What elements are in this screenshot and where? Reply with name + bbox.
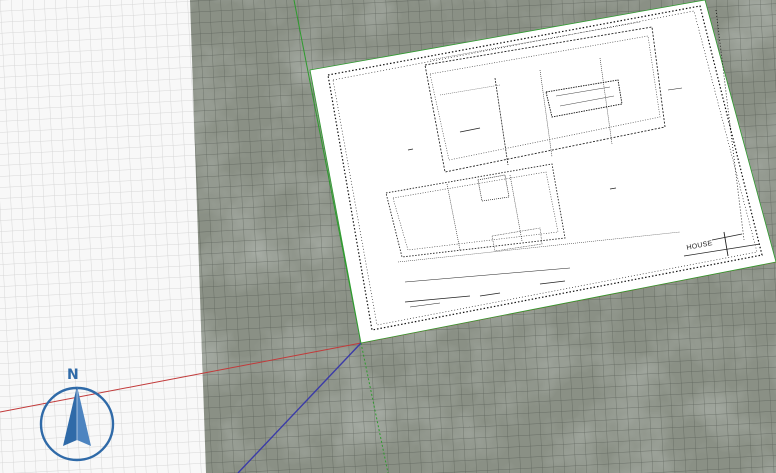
3d-viewport[interactable] <box>0 0 776 473</box>
compass-north-label: N <box>67 367 79 383</box>
